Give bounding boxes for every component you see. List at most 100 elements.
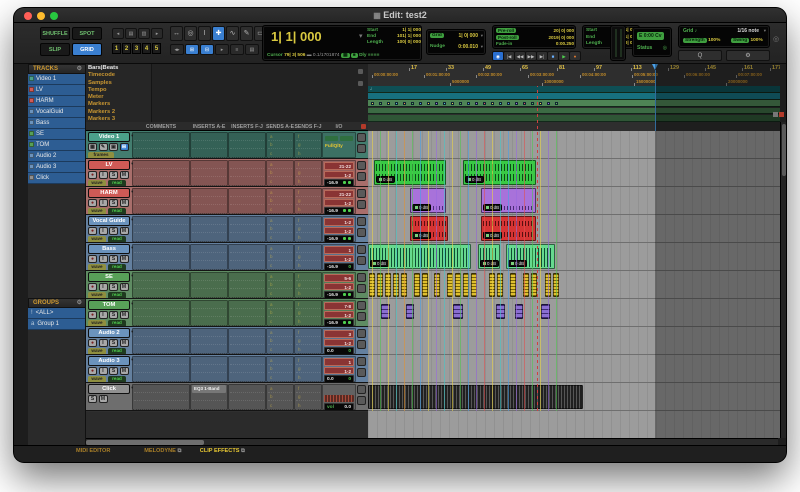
marker-dot[interactable] — [474, 101, 478, 106]
input-path-selector[interactable]: 1 — [324, 358, 354, 366]
track-header-se[interactable]: SE ▾ ● I S Mwave read a b c f g h 5-6 1-2 -16.9 — [86, 271, 368, 299]
grid-note-value[interactable]: 1/16 note — [737, 28, 759, 34]
input-path-selector[interactable]: 21-22 — [324, 190, 354, 198]
track-name-box[interactable]: Vocal Guide — [88, 216, 130, 226]
insert-slot[interactable] — [192, 301, 226, 309]
insert-slot[interactable] — [192, 234, 226, 242]
counter-dropdown-icon[interactable]: ▾ — [359, 32, 363, 40]
markers-3-ruler[interactable] — [368, 114, 780, 122]
marker-dot[interactable] — [418, 101, 422, 106]
track-header-click[interactable]: Click ▾ S M EQ3 1-Band a b c f g h vol 0.0 — [86, 383, 368, 411]
marker-dot[interactable] — [370, 101, 374, 106]
group-list-item-1[interactable]: ! <ALL> — [28, 308, 85, 319]
toolbar-gear-button[interactable]: ⚙ — [726, 50, 770, 61]
inserts-a-e-cell[interactable] — [190, 356, 228, 382]
bars-ruler-label[interactable]: 97 — [596, 65, 602, 71]
record-arm-button[interactable]: ● — [88, 227, 97, 235]
edit-canvas[interactable]: 17 33 49 65 81 97 113 129 145 161 177 00:00:00:00 00… — [368, 64, 780, 438]
insert-slot[interactable] — [230, 346, 264, 354]
insert-slot[interactable] — [192, 357, 226, 365]
nudge-label[interactable]: Nudge — [430, 44, 445, 49]
lane-4[interactable]: 0 dB 0 dB 0 dB — [368, 243, 780, 271]
insert-slot[interactable] — [192, 217, 226, 225]
track-name-box[interactable]: SE — [88, 272, 130, 282]
view-selector[interactable]: wave — [88, 347, 106, 354]
send-slot[interactable]: h — [296, 290, 320, 298]
solo-button[interactable]: S — [109, 171, 118, 179]
insert-slot[interactable] — [230, 189, 264, 197]
zoom-preset-button-1[interactable]: 1 — [112, 43, 121, 54]
record-arm-button[interactable]: ● — [88, 367, 97, 375]
clip-bass-2[interactable]: 0 dB — [478, 244, 500, 269]
output-path-selector[interactable]: 1-2 — [324, 254, 354, 262]
solo-button[interactable]: S — [109, 283, 118, 291]
track-name-box[interactable]: Video 1 — [88, 132, 130, 142]
inserts-f-j-cell[interactable] — [228, 328, 266, 354]
bars-ruler-label[interactable]: 161 — [744, 65, 753, 71]
inserts-f-j-cell[interactable] — [228, 300, 266, 326]
insert-slot[interactable] — [230, 141, 264, 150]
track-freeze-button[interactable] — [357, 329, 366, 338]
zoom-preset-button-5[interactable]: 5 — [152, 43, 161, 54]
video-blue-button[interactable]: ⊞ — [119, 143, 129, 151]
send-slot[interactable]: f — [296, 161, 320, 169]
insert-slot[interactable] — [230, 150, 264, 158]
markers-ruler[interactable] — [368, 100, 780, 107]
track-header-harm[interactable]: HARM ▾ ● I S Mwave read a b c f g h 21-22 1-2 -16.9 — [86, 187, 368, 215]
lane-5[interactable] — [368, 271, 780, 299]
inserts-f-j-cell[interactable] — [228, 160, 266, 186]
clip-vocal-guide-1[interactable]: 0 dB — [410, 216, 448, 241]
track-options-button[interactable] — [357, 172, 366, 181]
view-selector[interactable]: wave — [88, 263, 106, 270]
send-slot[interactable]: c — [268, 346, 292, 354]
comments-cell[interactable] — [132, 244, 190, 270]
insert-slot[interactable] — [230, 133, 264, 141]
sends-f-j-cell[interactable]: fgh — [294, 384, 322, 410]
record-arm-button[interactable]: ● — [88, 199, 97, 207]
marker-dot[interactable] — [538, 101, 542, 106]
insert-slot[interactable] — [192, 365, 226, 374]
sends-a-e-cell[interactable]: abc — [266, 216, 294, 242]
marker-dot[interactable] — [410, 101, 414, 106]
pan-indicator[interactable] — [341, 208, 351, 214]
volume-display[interactable]: -16.9 — [324, 207, 354, 214]
tab-to-transient[interactable]: ◂▸ — [170, 44, 184, 55]
solo-button[interactable]: S — [109, 367, 118, 375]
insert-slot[interactable] — [230, 301, 264, 309]
horizontal-scrollbar[interactable] — [86, 438, 778, 445]
marker-dot[interactable] — [378, 101, 382, 106]
grid-note-dropdown-icon[interactable]: ▾ — [764, 28, 766, 34]
strength-value[interactable]: 100% — [708, 38, 720, 43]
record-arm-button[interactable]: ● — [88, 339, 97, 347]
vertical-scrollbar-thumb[interactable] — [782, 124, 786, 176]
pan-indicator[interactable] — [341, 236, 351, 242]
timecode-ruler-label[interactable]: 00:04:00:00 — [582, 72, 606, 77]
send-slot[interactable]: f — [296, 273, 320, 281]
input-path-selector[interactable]: 3 — [324, 330, 354, 338]
track-list-item-lv[interactable]: LV — [28, 85, 85, 96]
comments-cell[interactable] — [132, 188, 190, 214]
track-header-bass[interactable]: Bass ▾ ● I S Mwave read a b c f g h 1 1-2 -16.9 0 — [86, 243, 368, 271]
track-list-item-click[interactable]: Click — [28, 173, 85, 184]
insert-slot[interactable] — [230, 309, 264, 318]
pan-indicator[interactable] — [341, 292, 351, 298]
automation-mode-button[interactable]: read — [108, 179, 126, 186]
send-slot[interactable]: h — [296, 402, 320, 410]
send-slot[interactable]: h — [296, 234, 320, 242]
pan-indicator[interactable] — [341, 180, 351, 186]
timecode-ruler-label[interactable]: 00:06:00:00 — [686, 72, 710, 77]
insert-slot[interactable] — [230, 206, 264, 214]
insert-slot[interactable] — [192, 225, 226, 234]
record-arm-button[interactable]: ● — [88, 255, 97, 263]
marker-dot[interactable] — [498, 101, 502, 106]
swing-value[interactable]: 100% — [750, 38, 762, 43]
grid-value[interactable]: 1| 0| 000 — [459, 33, 478, 39]
track-name-box[interactable]: Bass — [88, 244, 130, 254]
comments-cell[interactable] — [132, 160, 190, 186]
insert-slot[interactable] — [192, 318, 226, 326]
inserts-f-j-cell[interactable] — [228, 216, 266, 242]
sends-a-e-cell[interactable]: abc — [266, 300, 294, 326]
samples-ruler-label[interactable]: 5000000 — [452, 79, 469, 84]
track-options-button[interactable] — [357, 340, 366, 349]
sends-a-e-cell[interactable]: abc — [266, 356, 294, 382]
